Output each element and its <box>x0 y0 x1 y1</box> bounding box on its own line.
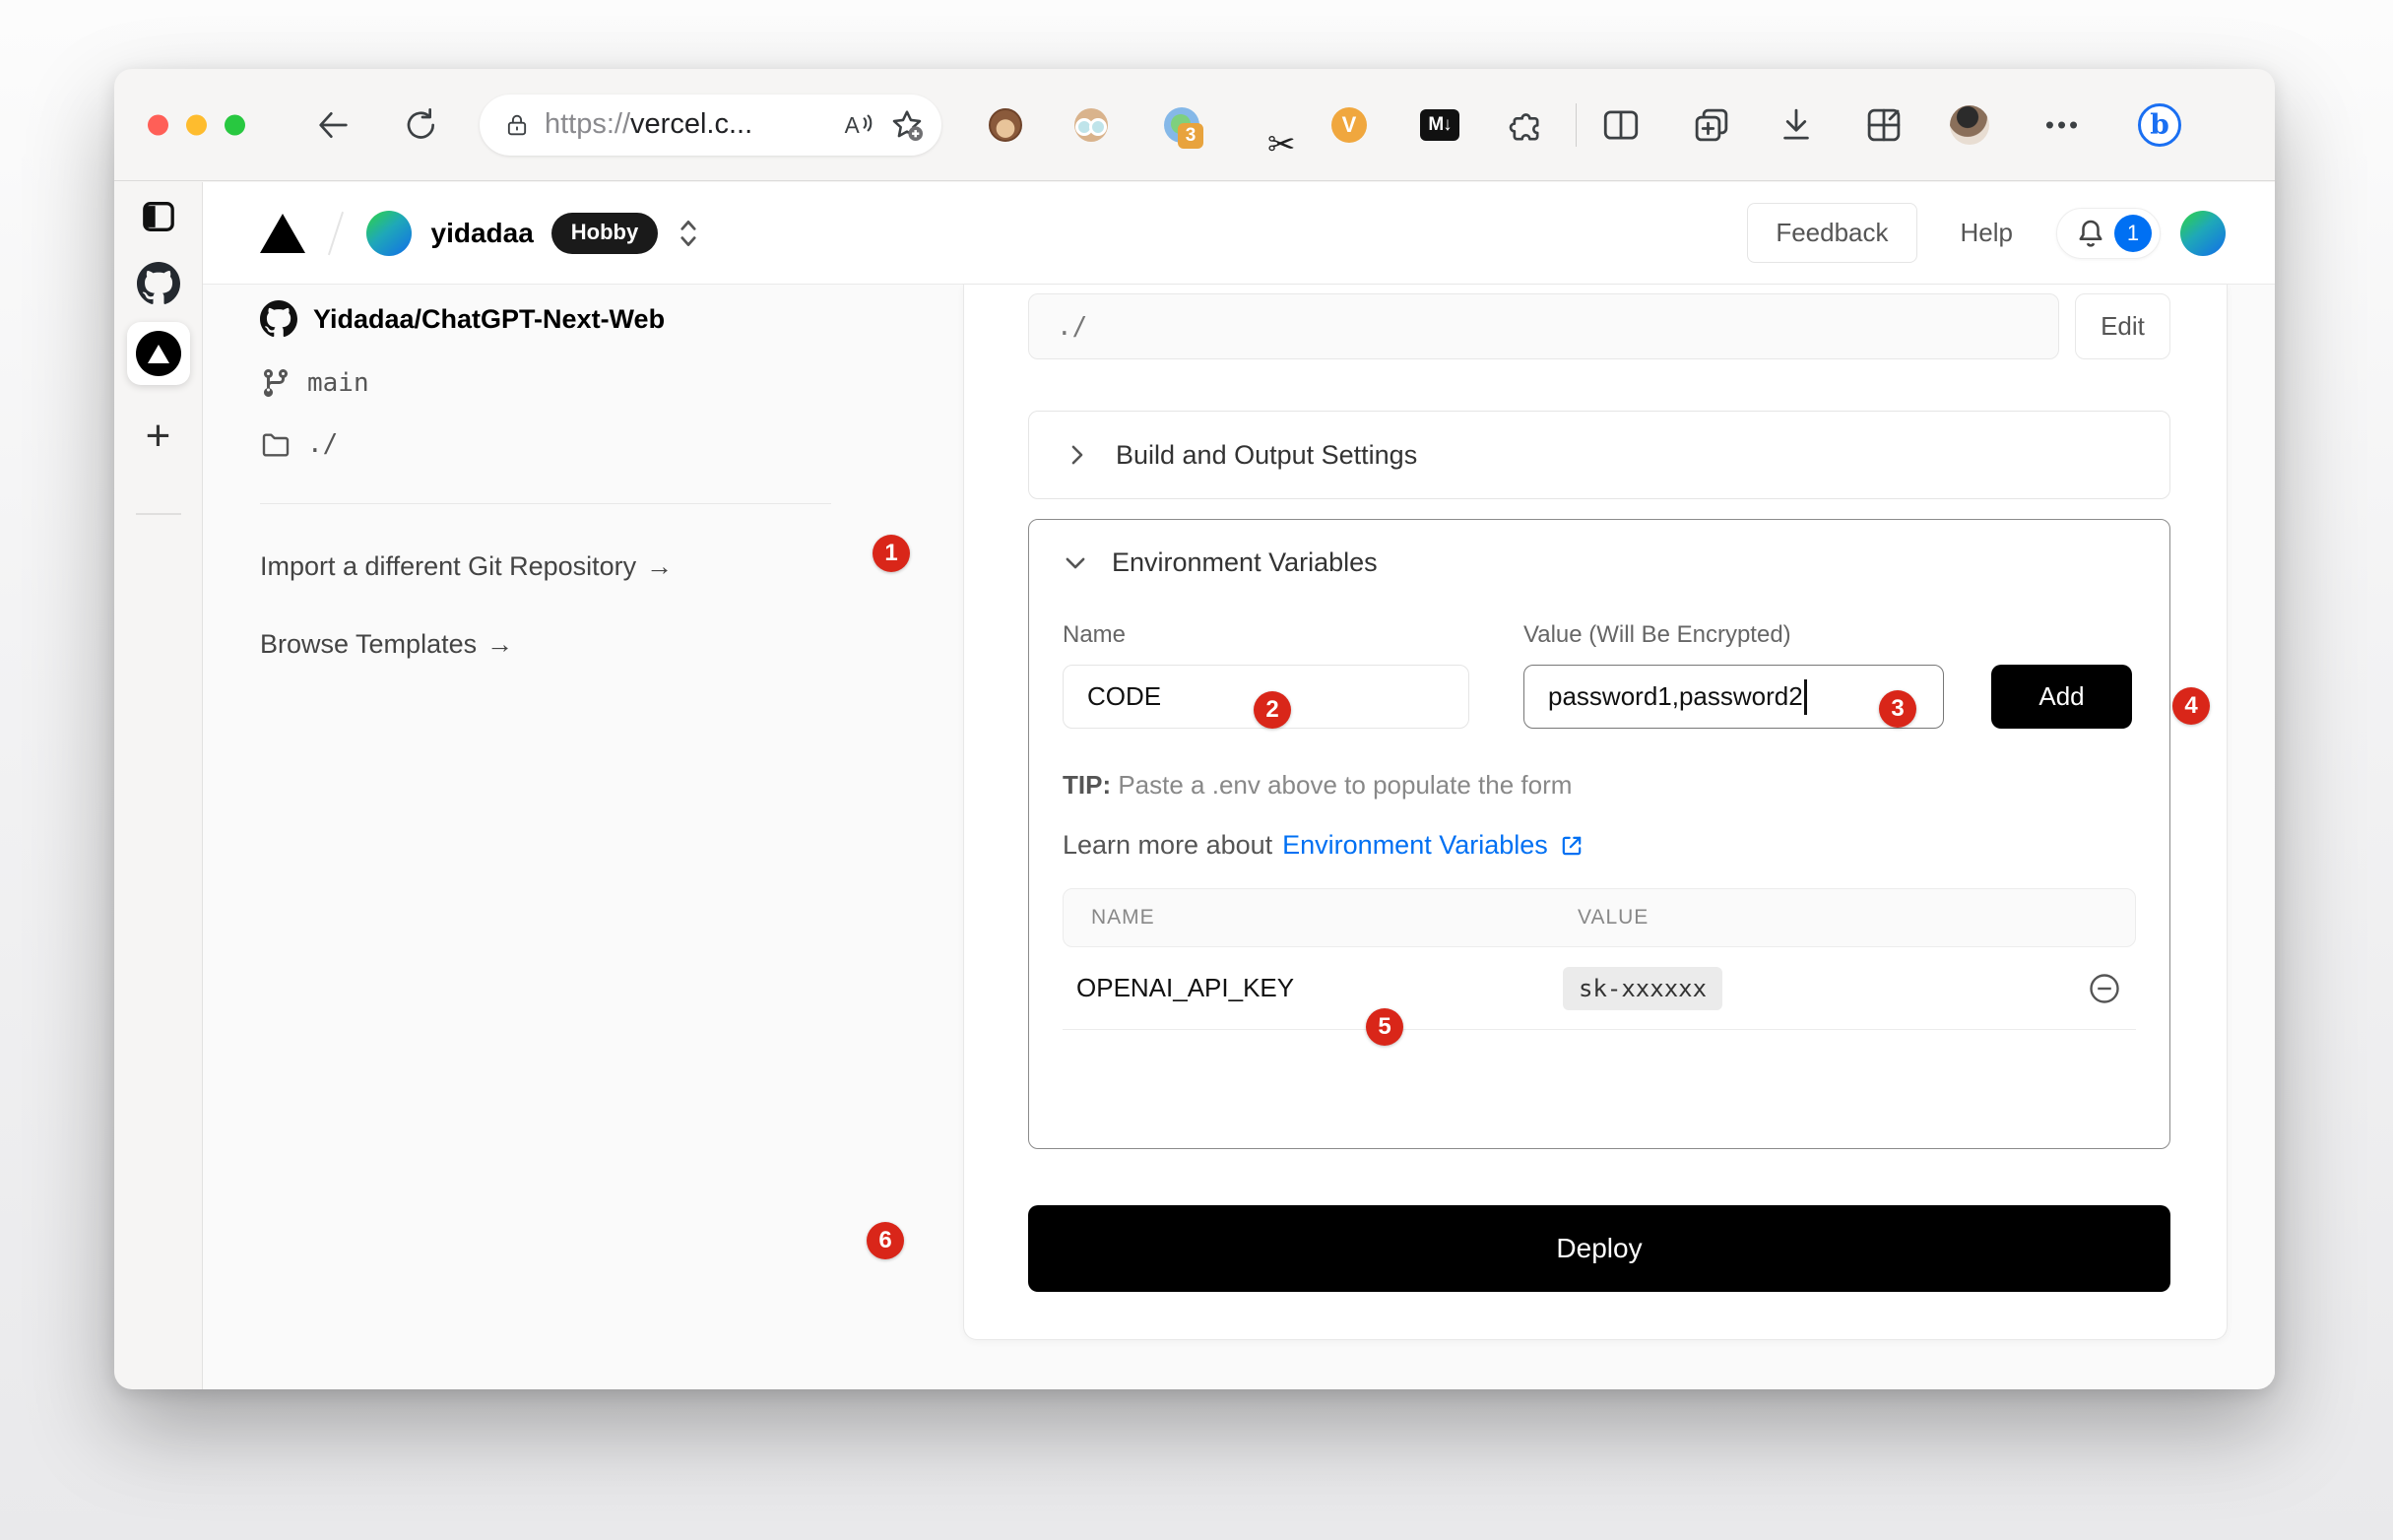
panel-divider <box>260 503 831 504</box>
env-value-label: Value (Will Be Encrypted) <box>1523 621 1944 649</box>
extension-count-badge: 3 <box>1178 123 1203 149</box>
v-extension-icon[interactable]: V <box>1331 107 1367 143</box>
bell-icon <box>2073 216 2108 251</box>
branch-name: main <box>307 368 369 398</box>
vercel-tab-active[interactable] <box>127 322 190 385</box>
env-section-header[interactable]: Environment Variables <box>1063 547 2136 578</box>
text-cursor <box>1804 679 1807 715</box>
vercel-page: yidadaa Hobby Feedback Help 1 <box>203 182 2275 1389</box>
svg-text:A: A <box>845 112 861 138</box>
env-section-title: Environment Variables <box>1112 547 1378 578</box>
toolbar-divider <box>1576 103 1577 147</box>
annotation-badge-5: 5 <box>1366 1008 1403 1046</box>
lock-icon <box>503 110 531 140</box>
tab-panel-icon[interactable] <box>139 197 178 236</box>
team-name[interactable]: yidadaa <box>431 218 534 249</box>
env-row-name: OPENAI_API_KEY <box>1076 973 1563 1003</box>
browser-sidebar: + <box>114 182 203 1389</box>
collections-icon[interactable] <box>1691 104 1732 146</box>
github-icon <box>260 300 297 338</box>
env-learn-more: Learn more about Environment Variables <box>1063 830 2136 861</box>
env-row-value: sk-xxxxxx <box>1563 967 1722 1010</box>
env-col-value: VALUE <box>1578 906 1649 930</box>
monkey-extension-icon[interactable] <box>989 108 1022 142</box>
add-env-var-button[interactable]: Add <box>1991 665 2132 729</box>
vercel-header: yidadaa Hobby Feedback Help 1 <box>203 182 2275 285</box>
arrow-icon: → <box>486 629 513 659</box>
env-table-header: NAME VALUE <box>1063 888 2136 947</box>
read-aloud-icon[interactable]: A <box>841 109 874 141</box>
root-directory-input[interactable]: ./ <box>1028 293 2059 359</box>
repo-name: Yidadaa/ChatGPT-Next-Web <box>313 304 665 335</box>
badged-extension-icon[interactable]: 3 <box>1164 107 1199 143</box>
notification-count-badge: 1 <box>2114 215 2152 252</box>
team-avatar[interactable] <box>366 211 412 256</box>
import-summary-panel: Yidadaa/ChatGPT-Next-Web main ./ Import … <box>260 285 910 660</box>
apps-launcher-icon[interactable] <box>1863 104 1905 146</box>
vercel-body: Yidadaa/ChatGPT-Next-Web main ./ Import … <box>203 285 2275 1389</box>
deploy-button[interactable]: Deploy <box>1028 1205 2170 1292</box>
notifications-button[interactable]: 1 <box>2056 208 2161 259</box>
extensions-puzzle-icon[interactable] <box>1509 105 1548 145</box>
build-section-title: Build and Output Settings <box>1116 440 1417 471</box>
bing-chat-icon[interactable]: b <box>2138 103 2181 147</box>
chevron-right-icon <box>1065 442 1090 468</box>
external-link-icon[interactable] <box>1558 832 1585 860</box>
team-switcher-icon[interactable] <box>676 217 701 250</box>
env-value-input[interactable]: password1,password2 <box>1523 665 1944 729</box>
build-output-settings-section[interactable]: Build and Output Settings <box>1028 411 2170 499</box>
add-favorite-icon[interactable] <box>888 106 926 144</box>
annotation-badge-4: 4 <box>2172 687 2210 725</box>
github-tab-icon[interactable] <box>137 262 180 305</box>
user-avatar[interactable] <box>2180 211 2226 256</box>
window-controls <box>148 114 245 135</box>
url-text: https://vercel.c... <box>545 108 752 141</box>
configure-project-card: ./ Edit Build and Output Settings Enviro… <box>963 285 2228 1340</box>
chevron-down-icon <box>1063 550 1088 576</box>
vercel-logo[interactable] <box>260 214 305 253</box>
breadcrumb-slash <box>328 211 344 254</box>
refresh-button[interactable] <box>402 105 441 145</box>
annotation-badge-3: 3 <box>1879 690 1916 728</box>
environment-variables-section: Environment Variables Name Value (Will B… <box>1028 519 2170 1149</box>
feedback-button[interactable]: Feedback <box>1747 203 1916 263</box>
scissors-extension-icon[interactable]: ✂ <box>1267 125 1296 164</box>
vercel-favicon <box>136 331 181 376</box>
annotation-badge-6: 6 <box>867 1222 904 1259</box>
edit-root-button[interactable]: Edit <box>2075 293 2170 359</box>
desktop-background: https://vercel.c... A 3 ✂ V M↓ <box>0 0 2393 1540</box>
browser-window: https://vercel.c... A 3 ✂ V M↓ <box>114 69 2275 1389</box>
env-docs-link[interactable]: Environment Variables <box>1282 830 1548 861</box>
env-col-name: NAME <box>1091 906 1578 930</box>
remove-env-var-button[interactable] <box>2087 971 2122 1006</box>
annotation-badge-2: 2 <box>1254 691 1291 729</box>
browser-toolbar: https://vercel.c... A 3 ✂ V M↓ <box>114 69 2275 181</box>
new-tab-button[interactable]: + <box>146 415 171 458</box>
sidebar-divider <box>136 513 181 515</box>
folder-icon <box>260 428 291 460</box>
avatar-extension-icon[interactable] <box>1074 108 1108 142</box>
root-directory: ./ <box>307 429 338 459</box>
help-link[interactable]: Help <box>1961 218 2013 248</box>
close-window-button[interactable] <box>148 114 168 135</box>
env-name-label: Name <box>1063 621 1469 649</box>
env-table-row: OPENAI_API_KEY sk-xxxxxx <box>1063 947 2136 1030</box>
browse-templates-link[interactable]: Browse Templates→ <box>260 629 910 660</box>
browser-menu-button[interactable]: ••• <box>2045 109 2081 140</box>
split-screen-icon[interactable] <box>1600 104 1642 146</box>
env-tip-text: TIP: Paste a .env above to populate the … <box>1063 770 2136 801</box>
import-different-repo-link[interactable]: Import a different Git Repository→ <box>260 551 910 582</box>
minimize-window-button[interactable] <box>186 114 207 135</box>
downloads-icon[interactable] <box>1776 104 1817 146</box>
annotation-badge-1: 1 <box>873 535 910 572</box>
plan-badge: Hobby <box>551 213 658 254</box>
arrow-icon: → <box>646 551 673 581</box>
browser-profile-avatar[interactable] <box>1950 105 1989 145</box>
zoom-window-button[interactable] <box>225 114 245 135</box>
git-branch-icon <box>260 367 291 399</box>
back-button[interactable] <box>313 105 353 145</box>
address-bar[interactable]: https://vercel.c... A <box>480 95 941 156</box>
markdown-extension-icon[interactable]: M↓ <box>1420 109 1459 141</box>
